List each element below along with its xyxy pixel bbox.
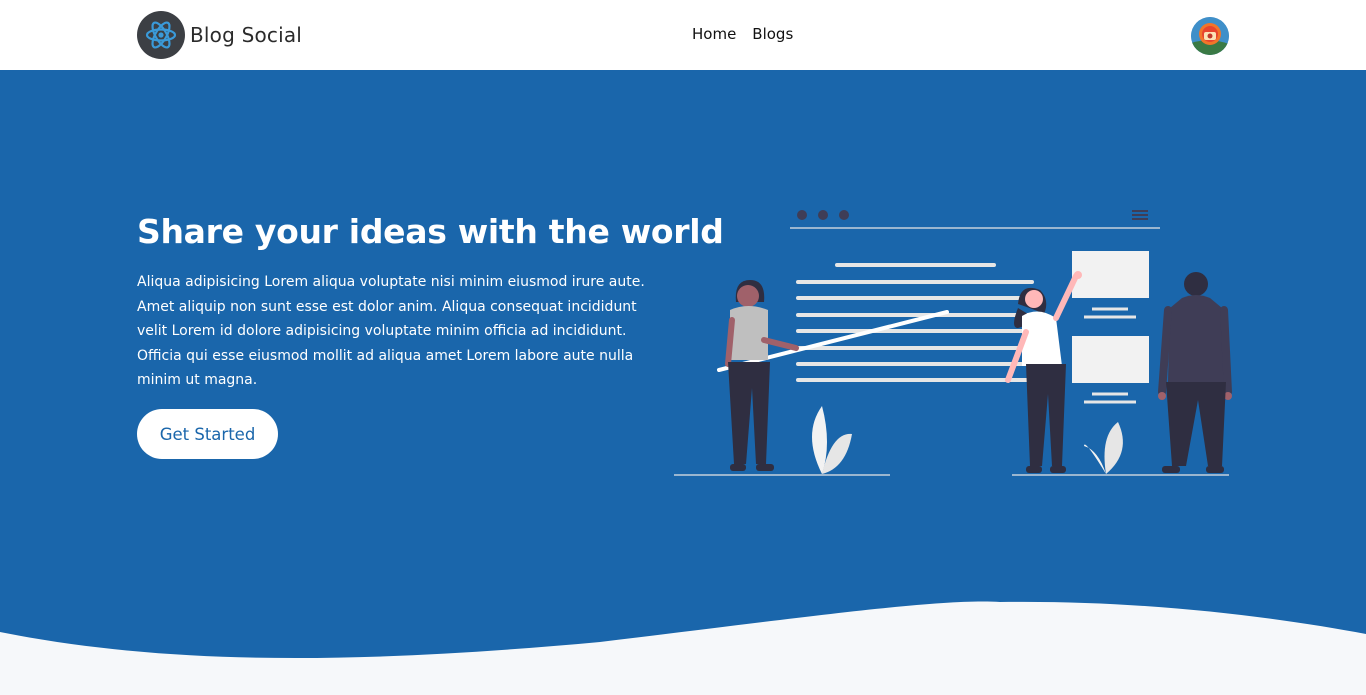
navbar: Blog Social Home Blogs bbox=[0, 0, 1366, 70]
brand-name: Blog Social bbox=[190, 23, 303, 47]
hero-description: Aliqua adipisicing Lorem aliqua voluptat… bbox=[137, 274, 645, 389]
hero-wave-divider bbox=[0, 601, 1366, 695]
brand-link[interactable]: Blog Social bbox=[137, 11, 302, 59]
nav-blogs-link[interactable]: Blogs bbox=[752, 25, 793, 43]
hero-illustration bbox=[674, 210, 1232, 476]
atom-logo-icon bbox=[137, 11, 185, 59]
main-nav: Home Blogs bbox=[692, 25, 793, 43]
user-avatar[interactable] bbox=[1191, 17, 1229, 55]
get-started-button[interactable]: Get Started bbox=[137, 409, 278, 459]
hero-section: Share your ideas with the world Aliqua a… bbox=[0, 70, 1366, 695]
nav-home-link[interactable]: Home bbox=[692, 25, 736, 43]
hero-title: Share your ideas with the world bbox=[137, 212, 724, 251]
